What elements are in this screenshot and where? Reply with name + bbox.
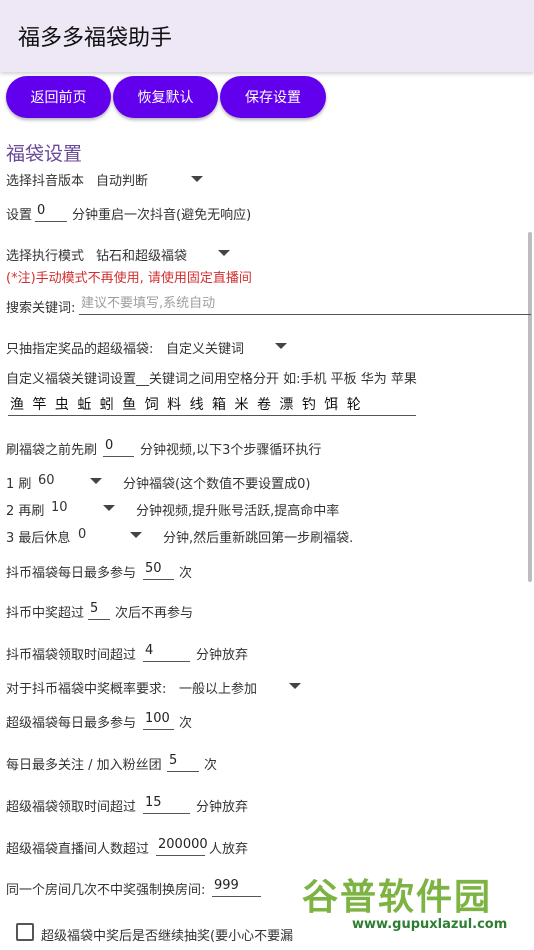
back-button[interactable]: 返回前页 [6, 76, 111, 118]
app-title: 福多多福袋助手 [18, 26, 173, 51]
coin-win-prefix: 抖币中奖超过 [6, 606, 85, 621]
room-people-input[interactable]: 200000 [156, 836, 208, 856]
douyin-version-select[interactable]: 自动判断 [96, 170, 148, 189]
restart-suffix: 分钟重启一次抖音(避免无响应) [72, 208, 252, 223]
coin-daily-suffix: 次 [179, 566, 193, 581]
pre-video-prefix: 刷福袋之前先刷 [6, 443, 98, 458]
pre-video-suffix: 分钟视频,以下3个步骤循环执行 [140, 443, 322, 458]
chevron-down-icon[interactable] [289, 683, 301, 689]
room-people-prefix: 超级福袋直播间人数超过 [6, 842, 150, 857]
prize-filter-label: 只抽指定奖品的超级福袋: [6, 342, 154, 357]
step1-select[interactable]: 60 [38, 473, 55, 488]
restart-prefix: 设置 [6, 208, 33, 223]
section-title: 福袋设置 [6, 143, 83, 165]
chevron-down-icon[interactable] [218, 250, 230, 256]
step3-select[interactable]: 0 [78, 527, 86, 542]
super-timeout-prefix: 超级福袋领取时间超过 [6, 800, 137, 815]
coin-daily-prefix: 抖币福袋每日最多参与 [6, 566, 137, 581]
mode-note: (*注)手动模式不再使用, 请使用固定直播间 [6, 271, 252, 286]
scrollbar[interactable] [528, 232, 532, 582]
mode-select[interactable]: 钻石和超级福袋 [96, 245, 187, 264]
coin-timeout-prefix: 抖币福袋领取时间超过 [6, 648, 137, 663]
super-timeout-suffix: 分钟放弃 [196, 800, 249, 815]
chevron-down-icon[interactable] [191, 176, 203, 182]
watermark-url: www.gupuxlazul.com [352, 917, 508, 932]
coin-timeout-suffix: 分钟放弃 [196, 648, 249, 663]
step2-suffix: 分钟视频,提升账号活跃,提高命中率 [136, 504, 340, 519]
follow-daily-suffix: 次 [204, 758, 218, 773]
coin-daily-input[interactable]: 50 [143, 560, 174, 580]
chevron-down-icon[interactable] [103, 505, 115, 511]
step1-label: 1 刷 [6, 477, 32, 492]
step2-select[interactable]: 10 [51, 500, 68, 515]
chevron-down-icon[interactable] [130, 532, 142, 538]
restart-minutes-input[interactable]: 0 [35, 202, 67, 222]
coin-timeout-input[interactable]: 4 [143, 642, 190, 662]
search-keyword-input[interactable]: 建议不要填写,系统自动 [79, 295, 531, 315]
douyin-version-label: 选择抖音版本 [6, 174, 85, 189]
app-bar: 福多多福袋助手 [0, 0, 534, 72]
custom-keywords-input[interactable]: 渔 竿 虫 蚯 蚓 鱼 饲 料 线 箱 米 卷 漂 钓 饵 轮 [8, 396, 416, 416]
watermark-logo: 谷普软件园 [302, 877, 493, 918]
same-room-prefix: 同一个房间几次不中奖强制换房间: [6, 883, 206, 898]
continue-after-win-checkbox[interactable] [16, 923, 34, 941]
mode-label: 选择执行模式 [6, 249, 85, 264]
super-daily-prefix: 超级福袋每日最多参与 [6, 716, 137, 731]
pre-video-minutes-input[interactable]: 0 [103, 437, 134, 457]
super-timeout-input[interactable]: 15 [143, 794, 190, 814]
super-daily-suffix: 次 [179, 716, 193, 731]
chevron-down-icon[interactable] [275, 343, 287, 349]
super-daily-input[interactable]: 100 [143, 710, 174, 730]
search-label: 搜索关键词: [6, 301, 76, 316]
reset-default-button[interactable]: 恢复默认 [113, 76, 218, 118]
room-people-suffix: 人放弃 [209, 842, 249, 857]
save-settings-button[interactable]: 保存设置 [220, 76, 326, 118]
prize-filter-select[interactable]: 自定义关键词 [166, 338, 244, 357]
chevron-down-icon[interactable] [90, 478, 102, 484]
step3-suffix: 分钟,然后重新跳回第一步刷福袋. [163, 531, 354, 546]
coin-probability-select[interactable]: 一般以上参加 [179, 678, 257, 697]
custom-keywords-label: 自定义福袋关键词设置__关键词之间用空格分开 如:手机 平板 华为 苹果 [6, 372, 417, 387]
step1-suffix: 分钟福袋(这个数值不要设置成0) [123, 477, 311, 492]
step3-label: 3 最后休息 [6, 531, 71, 546]
coin-win-suffix: 次后不再参与 [115, 606, 194, 621]
follow-daily-prefix: 每日最多关注 / 加入粉丝团 [6, 758, 162, 773]
continue-after-win-label: 超级福袋中奖后是否继续抽奖(要小心不要漏 [41, 929, 294, 944]
coin-probability-label: 对于抖币福袋中奖概率要求: [6, 682, 167, 697]
coin-win-input[interactable]: 5 [88, 600, 110, 620]
same-room-input[interactable]: 999 [212, 877, 261, 897]
step2-label: 2 再刷 [6, 504, 45, 519]
follow-daily-input[interactable]: 5 [167, 752, 199, 772]
